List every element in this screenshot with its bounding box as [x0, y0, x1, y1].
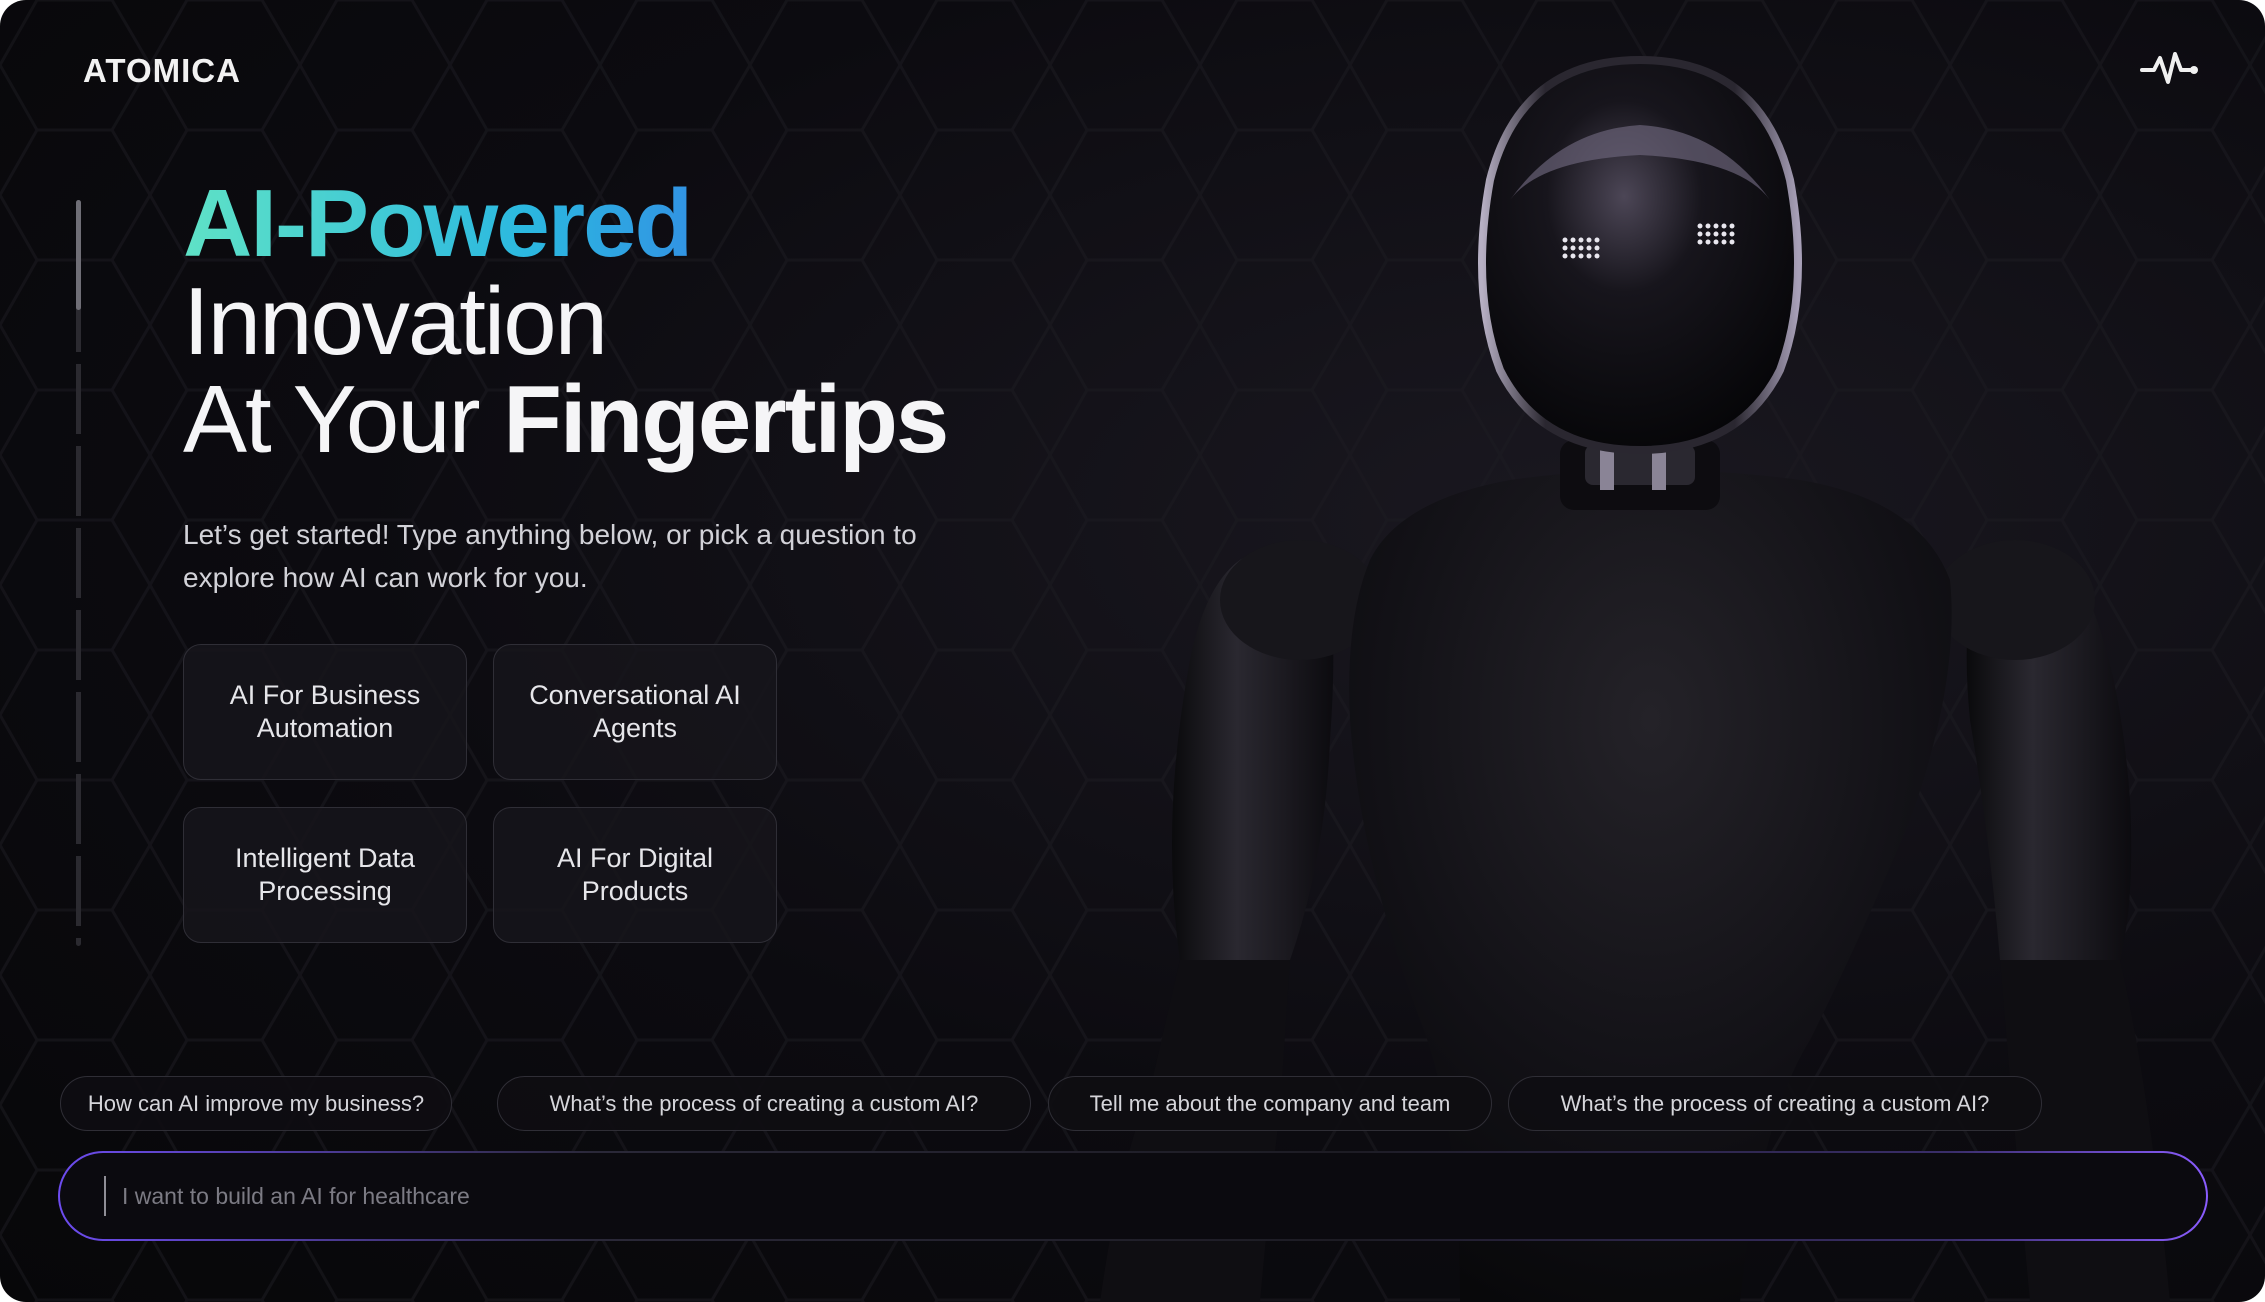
hero-line-3-regular: At Your: [183, 366, 504, 473]
hero-line-2: Innovation: [183, 268, 608, 375]
topic-card-conversational-agents[interactable]: Conversational AI Agents: [493, 644, 777, 780]
hero-heading: AI-Powered Innovation At Your Fingertips: [183, 175, 949, 469]
hero-line-3: At Your Fingertips: [183, 371, 949, 469]
topic-card-data-processing[interactable]: Intelligent Data Processing: [183, 807, 467, 943]
text-caret: [104, 1176, 106, 1216]
chat-input-container: [58, 1151, 2208, 1241]
suggestion-chip-custom-ai-process[interactable]: What’s the process of creating a custom …: [497, 1076, 1031, 1131]
topic-card-business-automation[interactable]: AI For Business Automation: [183, 644, 467, 780]
chat-input[interactable]: [120, 1181, 2206, 1211]
suggestion-chip-improve-business[interactable]: How can AI improve my business?: [60, 1076, 452, 1131]
vertical-progress-thumb[interactable]: [76, 200, 81, 310]
hero-line-1: AI-Powered: [183, 175, 947, 273]
suggestion-chip-company-team[interactable]: Tell me about the company and team: [1048, 1076, 1492, 1131]
hero-line-3-bold: Fingertips: [503, 366, 949, 473]
topic-card-digital-products[interactable]: AI For Digital Products: [493, 807, 777, 943]
suggestion-chip-custom-ai-process-2[interactable]: What’s the process of creating a custom …: [1508, 1076, 2042, 1131]
vertical-progress-track: [76, 200, 81, 946]
chat-input-inner: [60, 1153, 2206, 1239]
app-frame: ATOMICA AI-Powered Innovation At Your Fi…: [0, 0, 2265, 1302]
hero-subtitle: Let’s get started! Type anything below, …: [183, 519, 917, 593]
brand-logo[interactable]: ATOMICA: [83, 52, 241, 90]
